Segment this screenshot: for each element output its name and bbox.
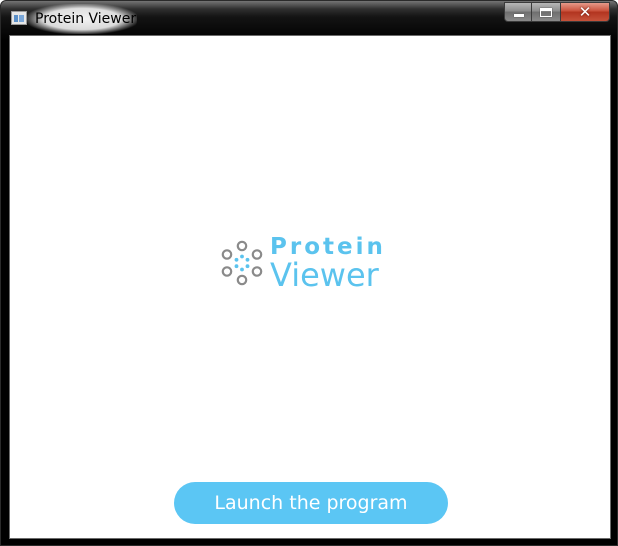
logo-inner-dot xyxy=(234,264,239,269)
logo-outer-atom xyxy=(221,266,233,277)
minimize-icon xyxy=(514,14,524,17)
app-logo: Protein Viewer xyxy=(220,234,420,294)
maximize-icon xyxy=(540,8,552,17)
caption-buttons: ✕ xyxy=(504,2,610,22)
minimize-button[interactable] xyxy=(504,2,532,22)
logo-outer-atom xyxy=(236,274,248,286)
launch-program-button[interactable]: Launch the program xyxy=(174,482,448,524)
close-icon: ✕ xyxy=(578,3,592,21)
logo-inner-dot xyxy=(245,264,250,269)
window-title: Protein Viewer xyxy=(35,11,137,27)
logo-inner-dot xyxy=(245,257,250,262)
app-window: Protein Viewer ✕ Protein Viewer Launch t… xyxy=(0,0,618,546)
client-area: Protein Viewer Launch the program xyxy=(9,35,611,539)
logo-outer-atom xyxy=(251,249,263,260)
logo-text-viewer: Viewer xyxy=(270,256,379,294)
molecule-ring-icon xyxy=(221,240,263,286)
logo-outer-atom xyxy=(221,249,233,260)
app-window-icon[interactable] xyxy=(11,11,27,25)
logo-inner-dot xyxy=(240,254,244,259)
title-bar[interactable]: Protein Viewer ✕ xyxy=(1,1,617,35)
logo-inner-dot xyxy=(240,267,244,272)
close-button[interactable]: ✕ xyxy=(561,2,610,22)
logo-outer-atom xyxy=(251,266,263,277)
maximize-button[interactable] xyxy=(532,2,561,22)
logo-inner-dot xyxy=(234,257,239,262)
logo-outer-atom xyxy=(236,240,248,252)
